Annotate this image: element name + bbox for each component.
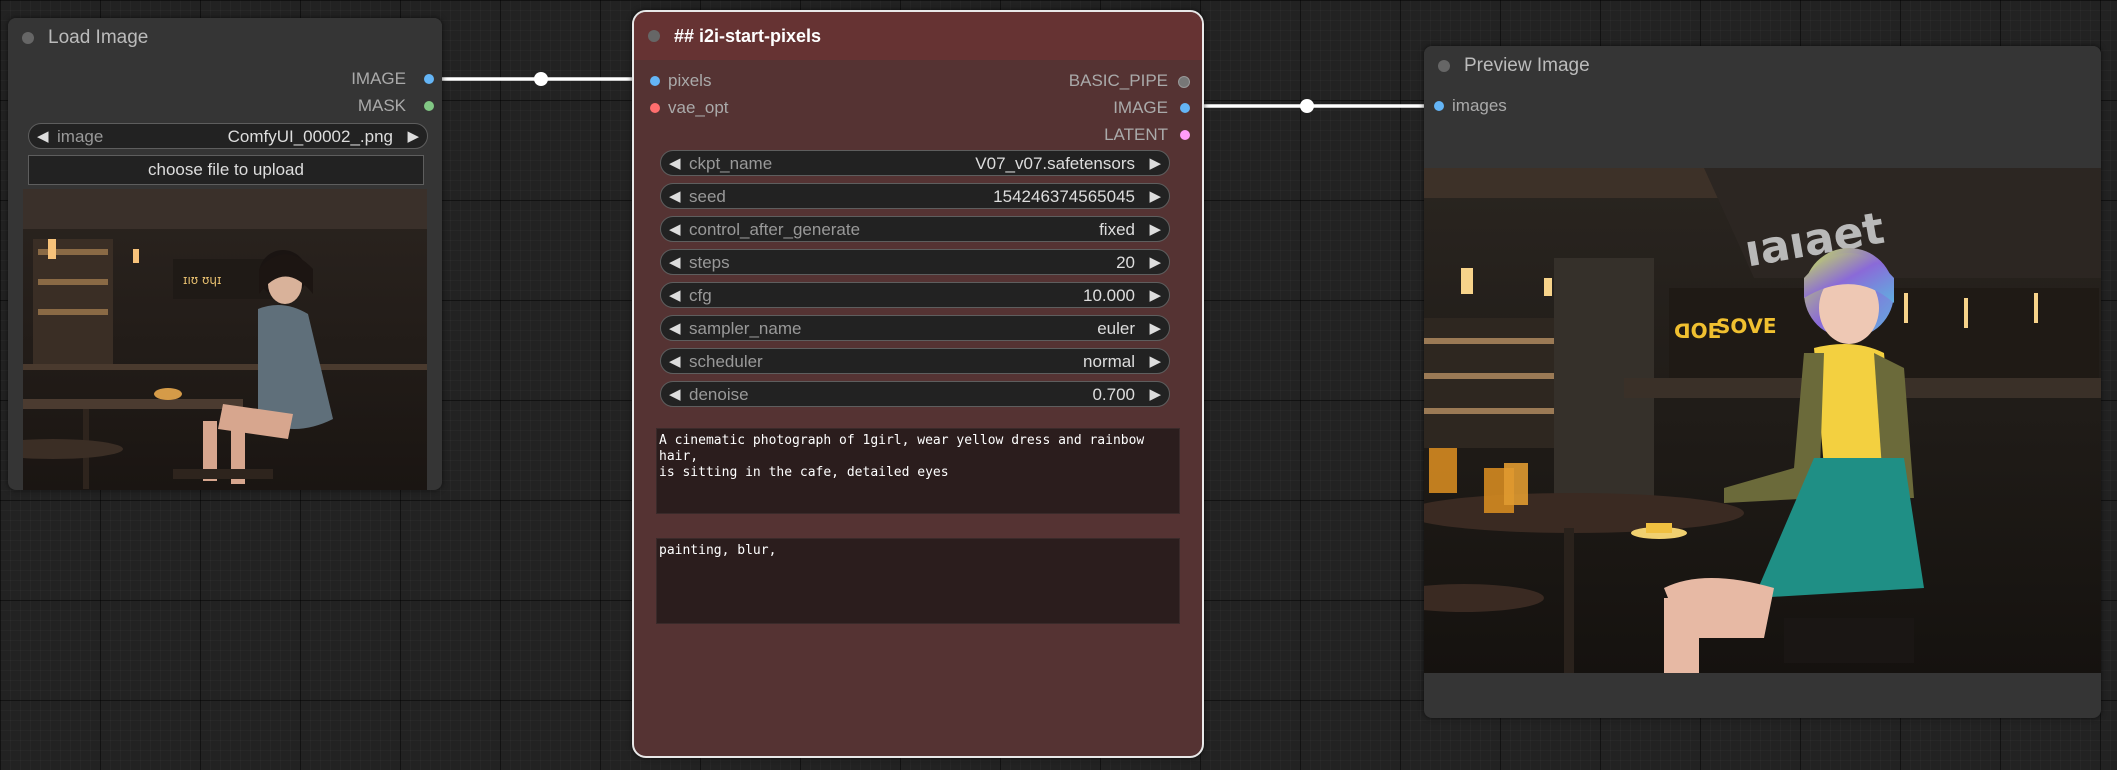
output-basic-pipe[interactable]: BASIC_PIPE bbox=[1069, 71, 1168, 91]
output-basic-pipe-dot[interactable] bbox=[1178, 76, 1190, 88]
upload-button[interactable]: choose file to upload bbox=[28, 155, 424, 185]
widget-denoise[interactable]: ◀ denoise 0.700 ▶ bbox=[660, 381, 1170, 407]
arrow-right-icon[interactable]: ▶ bbox=[407, 124, 419, 150]
node-title-bar[interactable]: ## i2i-start-pixels bbox=[634, 12, 1202, 60]
widget-control-after-generate[interactable]: ◀ control_after_generate fixed ▶ bbox=[660, 216, 1170, 242]
node-title: Load Image bbox=[48, 27, 149, 48]
wire-midpoint-1[interactable] bbox=[534, 72, 548, 86]
arrow-left-icon[interactable]: ◀ bbox=[669, 151, 681, 177]
arrow-right-icon[interactable]: ▶ bbox=[1149, 217, 1161, 243]
arrow-right-icon[interactable]: ▶ bbox=[1149, 316, 1161, 342]
collapse-dot-icon[interactable] bbox=[1438, 60, 1450, 72]
output-image-dot[interactable] bbox=[424, 74, 434, 84]
widget-steps[interactable]: ◀ steps 20 ▶ bbox=[660, 249, 1170, 275]
input-images-dot[interactable] bbox=[1434, 101, 1444, 111]
svg-text:ꓷOE: ꓷOE bbox=[1674, 319, 1721, 343]
arrow-left-icon[interactable]: ◀ bbox=[669, 283, 681, 309]
widget-ckpt-name[interactable]: ◀ ckpt_name V07_v07.safetensors ▶ bbox=[660, 150, 1170, 176]
widget-cfg[interactable]: ◀ cfg 10.000 ▶ bbox=[660, 282, 1170, 308]
arrow-right-icon[interactable]: ▶ bbox=[1149, 184, 1161, 210]
output-latent[interactable]: LATENT bbox=[1104, 125, 1168, 145]
load-image-node[interactable]: Load Image IMAGE MASK ◀ image ComfyUI_00… bbox=[8, 18, 442, 490]
i2i-start-pixels-node[interactable]: ## i2i-start-pixels pixels vae_opt BASIC… bbox=[632, 10, 1204, 758]
output-mask[interactable]: MASK bbox=[358, 96, 406, 116]
arrow-right-icon[interactable]: ▶ bbox=[1149, 283, 1161, 309]
arrow-left-icon[interactable]: ◀ bbox=[669, 316, 681, 342]
node-title: Preview Image bbox=[1464, 55, 1590, 76]
arrow-left-icon[interactable]: ◀ bbox=[669, 217, 681, 243]
collapse-dot-icon[interactable] bbox=[22, 32, 34, 44]
widget-seed[interactable]: ◀ seed 154246374565045 ▶ bbox=[660, 183, 1170, 209]
widget-sampler-name[interactable]: ◀ sampler_name euler ▶ bbox=[660, 315, 1170, 341]
arrow-left-icon[interactable]: ◀ bbox=[669, 184, 681, 210]
output-image[interactable]: IMAGE bbox=[1113, 98, 1168, 118]
preview-image-output: ıaıaet ꓷOE ꓢꓳꓦE bbox=[1424, 168, 2101, 673]
arrow-left-icon[interactable]: ◀ bbox=[669, 382, 681, 408]
arrow-left-icon[interactable]: ◀ bbox=[669, 250, 681, 276]
node-title: ## i2i-start-pixels bbox=[674, 26, 822, 46]
svg-text:ɪıʊ ʊɥɪ: ɪıʊ ʊɥɪ bbox=[183, 273, 222, 287]
preview-image-node[interactable]: Preview Image images ıaıaet ꓷOE ꓢꓳꓦE bbox=[1424, 46, 2101, 718]
input-images[interactable]: images bbox=[1452, 96, 1507, 116]
node-title-bar[interactable]: Preview Image bbox=[1424, 46, 2101, 86]
output-image[interactable]: IMAGE bbox=[351, 69, 406, 89]
output-mask-dot[interactable] bbox=[424, 101, 434, 111]
input-pixels-dot[interactable] bbox=[650, 76, 660, 86]
input-vae-opt-dot[interactable] bbox=[650, 103, 660, 113]
negative-prompt-textarea[interactable]: painting, blur, bbox=[656, 538, 1180, 624]
wire-midpoint-2[interactable] bbox=[1300, 99, 1314, 113]
arrow-right-icon[interactable]: ▶ bbox=[1149, 250, 1161, 276]
svg-text:ꓢꓳꓦE: ꓢꓳꓦE bbox=[1716, 314, 1777, 338]
arrow-right-icon[interactable]: ▶ bbox=[1149, 382, 1161, 408]
image-combo-widget[interactable]: ◀ image ComfyUI_00002_.png ▶ bbox=[28, 123, 428, 149]
arrow-left-icon[interactable]: ◀ bbox=[37, 124, 49, 150]
arrow-right-icon[interactable]: ▶ bbox=[1149, 349, 1161, 375]
loaded-image-thumbnail: ɪıʊ ʊɥɪ bbox=[23, 189, 427, 490]
positive-prompt-textarea[interactable]: A cinematic photograph of 1girl, wear ye… bbox=[656, 428, 1180, 514]
node-title-bar[interactable]: Load Image bbox=[8, 18, 442, 58]
widget-scheduler[interactable]: ◀ scheduler normal ▶ bbox=[660, 348, 1170, 374]
collapse-dot-icon[interactable] bbox=[648, 30, 660, 42]
input-pixels[interactable]: pixels bbox=[668, 71, 711, 91]
output-image-dot[interactable] bbox=[1180, 103, 1190, 113]
output-latent-dot[interactable] bbox=[1180, 130, 1190, 140]
arrow-left-icon[interactable]: ◀ bbox=[669, 349, 681, 375]
arrow-right-icon[interactable]: ▶ bbox=[1149, 151, 1161, 177]
input-vae-opt[interactable]: vae_opt bbox=[668, 98, 729, 118]
